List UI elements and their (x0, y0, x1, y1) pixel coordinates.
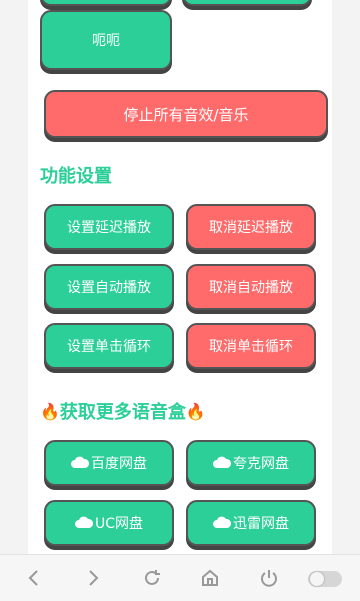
quark-netdisk-button[interactable]: 夸克网盘 (186, 440, 316, 486)
cloud-icon (213, 516, 232, 528)
browser-bottom-bar (0, 554, 360, 601)
xunlei-netdisk-button[interactable]: 迅雷网盘 (186, 500, 316, 546)
top-right-partial-button[interactable] (182, 0, 312, 6)
toggle-knob (310, 572, 324, 586)
forward-icon[interactable] (82, 567, 104, 589)
cloud-icon (71, 456, 90, 468)
back-icon[interactable] (23, 567, 45, 589)
set-click-loop-button[interactable]: 设置单击循环 (44, 323, 174, 369)
set-delay-play-button[interactable]: 设置延迟播放 (44, 204, 174, 250)
eh-button[interactable]: 呃呃 (40, 10, 172, 70)
eh-button-label: 呃呃 (92, 33, 120, 49)
content-page: 呃呃 停止所有音效/音乐 功能设置 设置延迟播放 取消延迟播放 设置自动播放 取… (28, 0, 332, 554)
function-settings-title: 功能设置 (40, 166, 112, 187)
more-voice-boxes-title: 🔥 获取更多语音盒 🔥 (40, 401, 206, 424)
cloud-icon (213, 456, 232, 468)
uc-netdisk-button[interactable]: UC网盘 (44, 500, 174, 546)
cancel-click-loop-button[interactable]: 取消单击循环 (186, 323, 316, 369)
top-left-partial-button[interactable] (40, 0, 172, 6)
fire-icon: 🔥 (185, 401, 206, 421)
power-icon[interactable] (258, 567, 280, 589)
refresh-icon[interactable] (141, 567, 163, 589)
fire-icon: 🔥 (40, 401, 60, 421)
home-icon[interactable] (199, 567, 221, 589)
set-auto-play-button[interactable]: 设置自动播放 (44, 264, 174, 310)
stop-all-button[interactable]: 停止所有音效/音乐 (44, 90, 328, 138)
stop-all-label: 停止所有音效/音乐 (123, 105, 249, 124)
baidu-netdisk-button[interactable]: 百度网盘 (44, 440, 174, 486)
cloud-icon (74, 516, 94, 528)
toggle-switch[interactable] (308, 571, 342, 587)
cancel-auto-play-button[interactable]: 取消自动播放 (186, 264, 316, 310)
cancel-delay-play-button[interactable]: 取消延迟播放 (186, 204, 316, 250)
